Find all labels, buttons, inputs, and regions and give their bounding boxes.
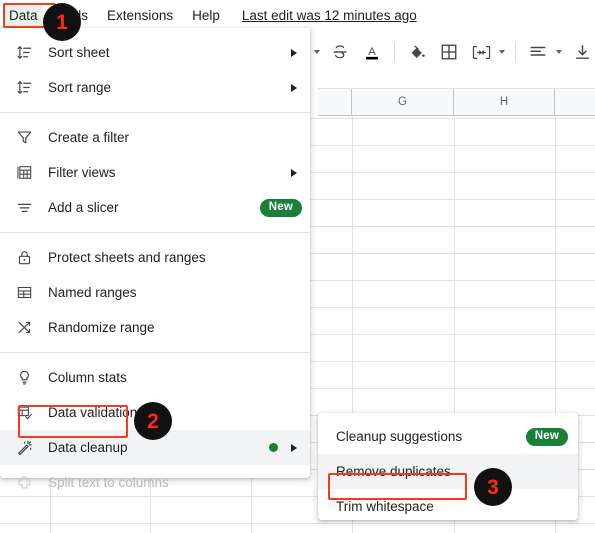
text-color-icon[interactable]: A	[361, 41, 383, 63]
text-format-caret-icon[interactable]	[312, 41, 321, 63]
lock-icon	[14, 248, 34, 268]
fill-color-icon[interactable]	[406, 41, 428, 63]
column-header-cell[interactable]	[318, 89, 352, 115]
menu-item-column-stats[interactable]: Column stats	[0, 360, 310, 395]
menubar-item-data[interactable]: Data	[4, 4, 43, 26]
horizontal-align-caret-icon[interactable]	[554, 41, 563, 63]
data-validation-icon	[14, 403, 34, 423]
menu-item-label: Add a slicer	[48, 199, 119, 215]
menu-item-filter-views[interactable]: Filter views	[0, 155, 310, 190]
menu-item-label: Sort range	[48, 79, 112, 95]
data-cleanup-submenu: Cleanup suggestions New Remove duplicate…	[318, 413, 578, 520]
menubar-item-help[interactable]: Help	[187, 5, 225, 26]
menubar-item-extensions[interactable]: Extensions	[102, 5, 178, 26]
menu-bar: Data Tools Extensions Help Last edit was…	[0, 0, 595, 30]
submenu-item-label: Trim whitespace	[336, 498, 434, 514]
slicer-icon	[14, 198, 34, 218]
menu-item-create-a-filter[interactable]: Create a filter	[0, 120, 310, 155]
toolbar-divider	[515, 43, 516, 61]
spreadsheet-app: G H A Data Extensions Help Last edit was…	[0, 0, 595, 533]
column-header-h[interactable]: H	[454, 89, 555, 115]
chevron-right-icon	[286, 169, 302, 177]
annotation-badge-3: 3	[474, 468, 512, 506]
sort-icon	[14, 78, 34, 98]
menu-item-label: Sort sheet	[48, 44, 110, 60]
horizontal-align-icon[interactable]	[527, 41, 549, 63]
menu-divider	[0, 112, 310, 113]
named-ranges-icon	[14, 283, 34, 303]
menu-item-randomize-range[interactable]: Randomize range	[0, 310, 310, 345]
lightbulb-icon	[14, 368, 34, 388]
formatting-toolbar: A	[300, 30, 595, 75]
column-header-cell[interactable]	[555, 89, 595, 115]
menu-divider	[0, 352, 310, 353]
menu-item-label: Data validation	[48, 404, 138, 420]
chevron-right-icon	[286, 49, 302, 57]
chevron-right-icon	[286, 444, 302, 452]
menu-item-label: Filter views	[48, 164, 116, 180]
magic-wand-icon	[14, 438, 34, 458]
filter-views-icon	[14, 163, 34, 183]
chevron-right-icon	[286, 84, 302, 92]
menu-item-label: Data cleanup	[48, 439, 128, 455]
filter-icon	[14, 128, 34, 148]
menu-item-add-a-slicer[interactable]: Add a slicer New	[0, 190, 310, 225]
strikethrough-icon[interactable]	[329, 41, 351, 63]
new-feature-dot-icon	[269, 443, 278, 452]
toolbar-divider	[394, 43, 395, 61]
annotation-badge-1: 1	[43, 3, 81, 41]
menu-item-sort-range[interactable]: Sort range	[0, 70, 310, 105]
merge-cells-caret-icon[interactable]	[497, 41, 506, 63]
menu-item-label: Create a filter	[48, 129, 130, 145]
submenu-item-cleanup-suggestions[interactable]: Cleanup suggestions New	[318, 419, 578, 454]
vertical-align-icon[interactable]	[571, 41, 593, 63]
randomize-icon	[14, 318, 34, 338]
merge-cells-icon[interactable]	[470, 41, 492, 63]
new-badge: New	[259, 198, 302, 217]
borders-icon[interactable]	[438, 41, 460, 63]
last-edit-status[interactable]: Last edit was 12 minutes ago	[242, 8, 417, 23]
submenu-item-remove-duplicates[interactable]: Remove duplicates	[318, 454, 578, 489]
menu-item-named-ranges[interactable]: Named ranges	[0, 275, 310, 310]
new-badge: New	[525, 427, 568, 446]
svg-text:A: A	[368, 46, 376, 58]
sort-icon	[14, 43, 34, 63]
submenu-item-label: Remove duplicates	[336, 463, 451, 479]
menu-item-label: Column stats	[48, 369, 127, 385]
annotation-badge-2: 2	[134, 402, 172, 440]
menu-item-label: Protect sheets and ranges	[48, 249, 206, 265]
menu-divider	[0, 232, 310, 233]
menu-item-label: Named ranges	[48, 284, 137, 300]
column-header-row: G H	[318, 88, 595, 116]
split-text-icon	[14, 473, 34, 493]
column-header-g[interactable]: G	[352, 89, 454, 115]
menu-item-label: Randomize range	[48, 319, 155, 335]
submenu-item-label: Cleanup suggestions	[336, 428, 463, 444]
menu-item-label: Split text to columns	[48, 474, 169, 490]
menu-item-split-text-to-columns: Split text to columns	[0, 465, 310, 500]
menu-item-sort-sheet[interactable]: Sort sheet	[0, 35, 310, 70]
submenu-item-trim-whitespace[interactable]: Trim whitespace	[318, 489, 578, 524]
menu-item-protect-sheets-and-ranges[interactable]: Protect sheets and ranges	[0, 240, 310, 275]
